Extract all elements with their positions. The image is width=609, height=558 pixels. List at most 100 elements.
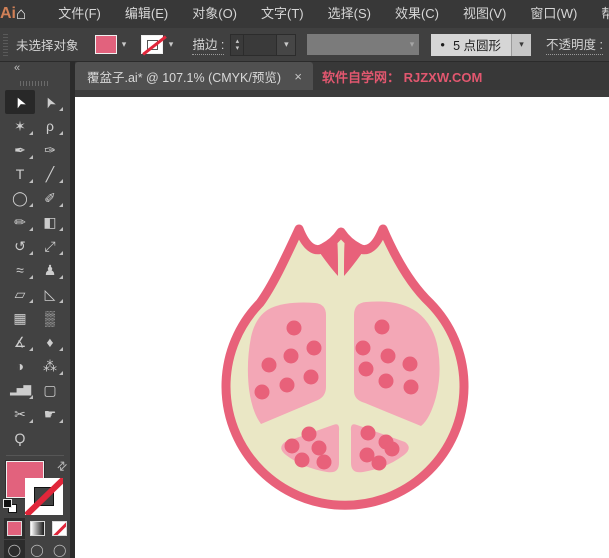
line-segment-tool-icon: ╱: [45, 165, 55, 182]
gradient-mode-button[interactable]: [27, 518, 48, 539]
perspective-grid-tool[interactable]: ◺: [35, 282, 65, 306]
pen-tool-icon: ✒: [14, 141, 26, 158]
stroke-weight-input[interactable]: [243, 33, 278, 56]
seed-lower-left: [284, 438, 300, 454]
stroke-weight-dropdown-icon[interactable]: ▾: [277, 33, 297, 56]
symbol-sprayer-tool[interactable]: ⁂: [35, 354, 65, 378]
workspace: « ➤ ➤ ✶ ρ ✒ ✑ T ╱ ◯ ✐ ✏ ◧ ↺ ⤢ ≈ ♟ ▱ ◺ ▦ ▒ ∡ ♦ ◑ ⁂ ▂▅▇ ▢ ✂ ☛ Ϙ ⇄ ◯ ◯ ◯ …: [0, 62, 609, 558]
color-swatch-icon: [6, 520, 22, 536]
draw-behind-button[interactable]: ◯: [27, 540, 48, 558]
pen-tool[interactable]: ✒: [5, 138, 35, 162]
lasso-tool[interactable]: ρ: [35, 114, 65, 138]
type-tool[interactable]: T: [5, 162, 35, 186]
tools-panel-grip[interactable]: [0, 77, 70, 91]
seed-upper-left: [283, 348, 299, 364]
brush-dot-icon: ●: [440, 40, 446, 49]
paint-mode-buttons: [0, 516, 70, 540]
magic-wand-tool[interactable]: ✶: [5, 114, 35, 138]
menu-item[interactable]: 帮助(H): [589, 0, 609, 28]
tools-divider: [6, 455, 64, 457]
curvature-tool-icon: ✑: [44, 141, 56, 158]
document-area: 覆盆子.ai* @ 107.1% (CMYK/预览) × 软件自学网： RJZX…: [75, 62, 609, 558]
draw-normal-button[interactable]: ◯: [4, 540, 25, 558]
line-segment-tool[interactable]: ╱: [35, 162, 65, 186]
seed-upper-right: [374, 319, 390, 335]
scale-tool-icon: ⤢: [44, 237, 56, 254]
none-mode-button[interactable]: [49, 518, 70, 539]
pomegranate-illustration: [221, 224, 469, 510]
fill-color-dropdown-icon[interactable]: ▾: [117, 35, 132, 54]
zoom-tool[interactable]: Ϙ: [5, 426, 35, 450]
slice-tool-icon: ✂: [14, 405, 26, 422]
seed-lower-right: [360, 425, 376, 441]
menu-item[interactable]: 编辑(E): [113, 0, 180, 28]
blend-tool[interactable]: ◑: [5, 354, 35, 378]
menu-item[interactable]: 选择(S): [316, 0, 383, 28]
brush-dropdown-icon[interactable]: ▾: [511, 33, 532, 56]
brush-name: 5 点圆形: [453, 39, 502, 53]
document-frame-strip: [75, 90, 609, 97]
seed-upper-right: [378, 373, 394, 389]
menu-item[interactable]: 对象(O): [180, 0, 249, 28]
paintbrush-tool[interactable]: ✐: [35, 186, 65, 210]
document-tab[interactable]: 覆盆子.ai* @ 107.1% (CMYK/预览) ×: [75, 62, 313, 90]
column-graph-tool[interactable]: ▂▅▇: [5, 378, 35, 402]
tools-panel-collapse-button[interactable]: «: [0, 62, 70, 77]
column-graph-tool-icon: ▂▅▇: [9, 384, 31, 396]
hand-tool[interactable]: ☛: [35, 402, 65, 426]
document-title: 覆盆子.ai* @ 107.1% (CMYK/预览): [87, 70, 281, 85]
mesh-tool-icon: ▦: [13, 309, 27, 326]
direct-selection-tool[interactable]: ➤: [35, 90, 65, 114]
fill-color-swatch[interactable]: [94, 35, 117, 54]
eyedropper-tool[interactable]: ♦: [35, 330, 65, 354]
draw-inside-button[interactable]: ◯: [49, 540, 70, 558]
eyedropper-tool-icon: ♦: [46, 334, 54, 351]
control-bar-grip[interactable]: [2, 33, 9, 56]
stroke-weight-stepper[interactable]: ▴ ▾: [230, 33, 244, 56]
artboard-tool[interactable]: ▢: [35, 378, 65, 402]
blend-tool-icon: ◑: [15, 358, 25, 375]
stroke-weight-label[interactable]: 描边 :: [192, 34, 225, 55]
eraser-tool[interactable]: ◧: [35, 210, 65, 234]
seed-upper-right: [355, 340, 371, 356]
shape-builder-tool[interactable]: ▱: [5, 282, 35, 306]
stroke-color-indicator[interactable]: [25, 478, 63, 516]
scale-tool[interactable]: ⤢: [35, 234, 65, 258]
menu-item[interactable]: 窗口(W): [518, 0, 589, 28]
puppet-warp-tool[interactable]: ♟: [35, 258, 65, 282]
variable-width-profile-select[interactable]: ▾: [307, 34, 420, 55]
width-tool[interactable]: ≈: [5, 258, 35, 282]
slice-tool[interactable]: ✂: [5, 402, 35, 426]
shaper-tool[interactable]: ✏: [5, 210, 35, 234]
ruler-tool[interactable]: ∡: [5, 330, 35, 354]
rotate-tool[interactable]: ↺: [5, 234, 35, 258]
close-icon[interactable]: ×: [291, 69, 305, 84]
curvature-tool[interactable]: ✑: [35, 138, 65, 162]
brush-definition-select[interactable]: ● 5 点圆形 ▾: [431, 33, 532, 56]
home-icon[interactable]: ⌂: [16, 0, 26, 28]
ellipse-tool[interactable]: ◯: [5, 186, 35, 210]
paintbrush-tool-icon: ✐: [44, 189, 56, 206]
opacity-label[interactable]: 不透明度 :: [546, 34, 603, 55]
gradient-tool[interactable]: ▒: [35, 306, 65, 330]
lasso-tool-icon: ρ: [46, 118, 54, 135]
swap-fill-stroke-icon[interactable]: ⇄: [53, 458, 70, 475]
tools-grid: ➤ ➤ ✶ ρ ✒ ✑ T ╱ ◯ ✐ ✏ ◧ ↺ ⤢ ≈ ♟ ▱ ◺ ▦ ▒ ∡ ♦ ◑ ⁂ ▂▅▇ ▢ ✂ ☛ Ϙ: [0, 90, 70, 450]
artboard-canvas[interactable]: [75, 97, 609, 558]
drawing-mode-buttons: ◯ ◯ ◯: [0, 540, 70, 558]
perspective-grid-tool-icon: ◺: [44, 285, 56, 302]
menu-item[interactable]: 文件(F): [46, 0, 113, 28]
menu-item[interactable]: 效果(C): [383, 0, 451, 28]
shaper-tool-icon: ✏: [14, 213, 26, 230]
color-mode-button[interactable]: [4, 517, 25, 539]
default-fill-stroke-icon[interactable]: [3, 499, 18, 514]
menu-item[interactable]: 视图(V): [451, 0, 518, 28]
ellipse-tool-icon: ◯: [12, 189, 28, 206]
seed-lower-right: [371, 455, 387, 471]
menu-item[interactable]: 文字(T): [249, 0, 316, 28]
selection-tool[interactable]: ➤: [5, 90, 35, 115]
mesh-tool[interactable]: ▦: [5, 306, 35, 330]
selection-status: 未选择对象: [16, 39, 79, 53]
seed-lower-left: [294, 452, 310, 468]
stroke-color-swatch[interactable]: [141, 35, 164, 54]
